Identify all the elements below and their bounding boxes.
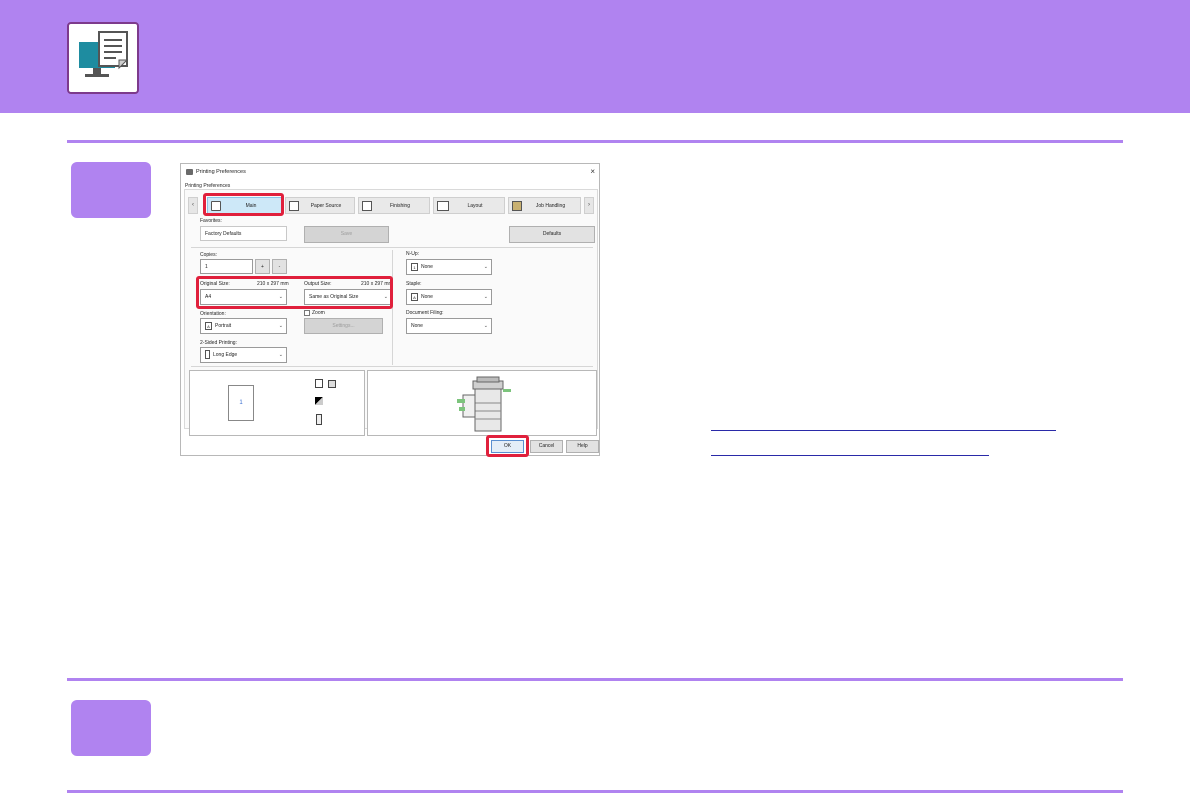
staple-select[interactable]: A None ⌄ [406,289,492,305]
help-button[interactable]: Help [566,440,599,453]
nup-icon: 1 [411,262,418,271]
zoom-settings-button[interactable]: Settings... [304,318,383,334]
copies-decrement-button[interactable]: - [272,259,287,274]
staple-label: Staple: [406,281,422,287]
tab-scroll-right-icon[interactable]: › [584,197,594,214]
separator-line [191,247,593,248]
cancel-button[interactable]: Cancel [530,440,563,453]
close-icon[interactable]: × [590,167,595,176]
tab-finishing[interactable]: Finishing [358,197,430,214]
two-sided-value: Long Edge [213,352,238,358]
chevron-down-icon: ⌄ [278,352,283,358]
divider-middle [67,678,1123,681]
tab-job-handling[interactable]: Job Handling [508,197,581,214]
ok-button[interactable]: OK [491,440,524,453]
zoom-checkbox[interactable] [304,310,310,316]
printer-preview-panel [367,370,597,436]
tab-content-area: ‹ Main Paper Source Finishing Layout Job… [184,189,598,436]
nup-value: None [421,264,433,270]
tab-job-handling-label: Job Handling [535,203,566,209]
copies-input[interactable]: 1 [200,259,253,274]
chevron-down-icon: ⌄ [483,323,488,329]
step-badge-2 [71,700,151,756]
link-underline-2[interactable] [711,455,989,456]
document-filing-value: None [411,323,423,329]
page-preview: 1 [228,385,254,421]
defaults-button[interactable]: Defaults [509,226,595,243]
chevron-down-icon: ⌄ [483,264,488,270]
printer-icon [186,169,193,175]
divider-top [67,140,1123,143]
separator-line [191,366,593,367]
dialog-title: Printing Preferences [196,169,246,175]
copies-increment-button[interactable]: + [255,259,270,274]
nup-select[interactable]: 1 None ⌄ [406,259,492,275]
staple-icon: A [411,292,418,301]
save-button[interactable]: Save [304,226,389,243]
portrait-icon: A [205,321,212,330]
orientation-select[interactable]: A Portrait ⌄ [200,318,287,334]
paper-tray-icon [289,201,299,211]
page-preview-panel: 1 [189,370,365,436]
tab-layout[interactable]: Layout [433,197,505,214]
favorites-label: Favorites: [200,218,222,224]
two-sided-label: 2-Sided Printing: [200,340,237,346]
zoom-label: Zoom [312,310,325,316]
tab-paper-source-label: Paper Source [310,203,342,209]
lock-icon [512,201,522,211]
page-preview-number: 1 [239,400,243,406]
tab-layout-label: Layout [467,203,483,209]
orientation-label: Orientation: [200,311,226,317]
favorites-field[interactable]: Factory Defaults [200,226,287,241]
copies-stack-icon [315,379,323,388]
printing-preferences-dialog: Printing Preferences × Printing Preferen… [180,163,600,457]
document-filing-label: Document Filing: [406,310,444,316]
staple-value: None [421,294,433,300]
document-filing-select[interactable]: None ⌄ [406,318,492,334]
header-band [0,0,1190,113]
highlight-size-settings [196,276,393,309]
printer-image [457,376,511,432]
copies-label: Copies: [200,252,217,258]
step-badge-1 [71,162,151,218]
chevron-down-icon: ⌄ [483,294,488,300]
two-sided-small-icon [316,414,322,425]
finishing-icon [362,201,372,211]
link-underline-1[interactable] [711,430,1056,431]
two-sided-select[interactable]: Long Edge ⌄ [200,347,287,363]
tab-paper-source[interactable]: Paper Source [285,197,355,214]
color-mode-icon [315,397,323,405]
computer-print-icon [67,22,139,94]
dialog-title-bar: Printing Preferences × [181,164,599,180]
tab-scroll-left-icon[interactable]: ‹ [188,197,198,214]
orientation-value: Portrait [215,323,232,329]
nup-label: N-Up: [406,251,420,257]
staple-small-icon [328,380,336,388]
chevron-down-icon: ⌄ [278,323,283,329]
tab-finishing-label: Finishing [389,203,410,209]
highlight-main-tab [203,193,284,216]
long-edge-icon [205,350,210,360]
